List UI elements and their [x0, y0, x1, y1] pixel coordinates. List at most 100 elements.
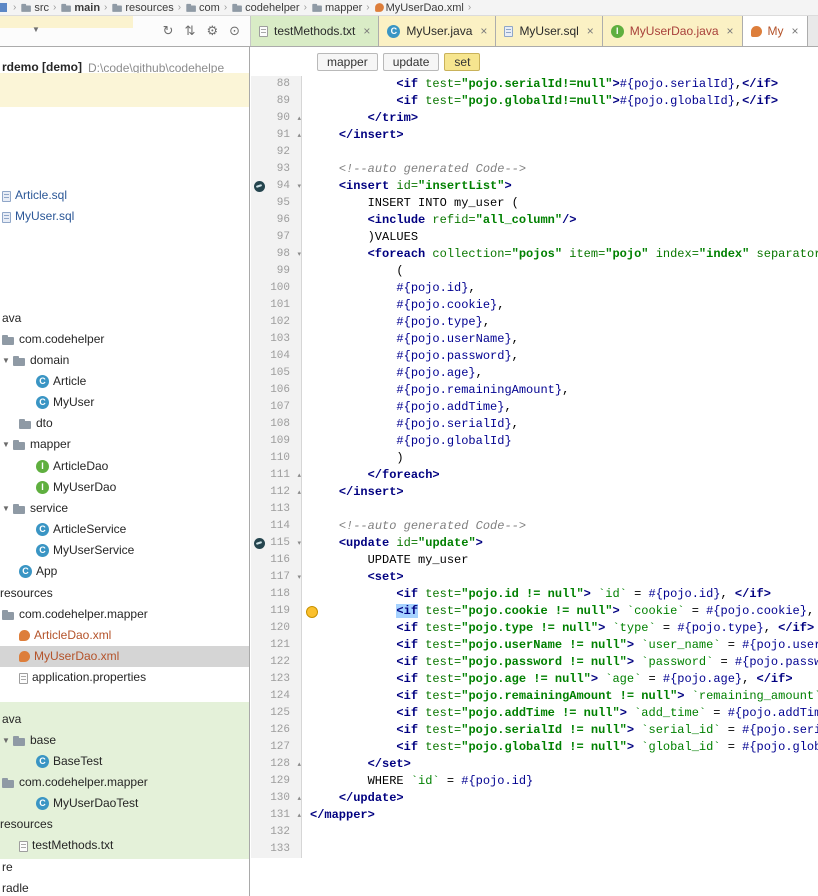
breadcrumb-resources[interactable]: resources — [111, 1, 173, 14]
code-text[interactable]: ( — [302, 263, 818, 280]
tree-item-resources[interactable]: resources — [0, 583, 249, 604]
fold-down-icon[interactable]: ▾ — [297, 535, 301, 552]
chevron-down-icon[interactable]: ▼ — [2, 440, 13, 449]
tree-item-mapper[interactable]: ▼mapper — [0, 434, 249, 455]
code-text[interactable]: #{pojo.cookie}, — [302, 297, 818, 314]
code-text[interactable]: #{pojo.age}, — [302, 365, 818, 382]
editor-tab-testmethods-txt[interactable]: testMethods.txt× — [251, 16, 379, 46]
chevron-down-icon[interactable]: ▼ — [2, 356, 13, 365]
tree-item-ava[interactable]: ava — [0, 308, 249, 329]
code-text[interactable]: <if test="pojo.remainingAmount != null">… — [302, 688, 818, 705]
tree-item-myuserdao-xml[interactable]: MyUserDao.xml — [0, 646, 249, 667]
breadcrumb-com[interactable]: com — [185, 1, 220, 14]
code-text[interactable] — [302, 501, 818, 518]
fold-down-icon[interactable]: ▾ — [297, 569, 301, 586]
code-text[interactable]: #{pojo.serialId}, — [302, 416, 818, 433]
tree-item-testmethods-txt[interactable]: testMethods.txt — [0, 835, 249, 856]
code-text[interactable]: INSERT INTO my_user ( — [302, 195, 818, 212]
mybatis-statement-icon[interactable] — [254, 538, 265, 549]
code-text[interactable]: #{pojo.id}, — [302, 280, 818, 297]
code-text[interactable]: <if test="pojo.userName != null"> `user_… — [302, 637, 818, 654]
tree-item-articleservice[interactable]: CArticleService — [0, 519, 249, 540]
tree-item-re[interactable]: re — [0, 857, 249, 878]
breadcrumb-codehelper[interactable]: codehelper — [231, 1, 299, 14]
fold-up-icon[interactable]: ▴ — [297, 756, 301, 773]
fold-down-icon[interactable]: ▾ — [297, 178, 301, 195]
fold-up-icon[interactable]: ▴ — [297, 127, 301, 144]
code-text[interactable]: <if test="pojo.age != null"> `age` = #{p… — [302, 671, 818, 688]
fold-up-icon[interactable]: ▴ — [297, 467, 301, 484]
tree-item-myuserservice[interactable]: CMyUserService — [0, 540, 249, 561]
tree-item-com-codehelper[interactable]: com.codehelper — [0, 329, 249, 350]
tree-item-article[interactable]: CArticle — [0, 371, 249, 392]
tree-item-com-codehelper-mapper[interactable]: com.codehelper.mapper — [0, 604, 249, 625]
code-text[interactable]: <if test="pojo.type != null"> `type` = #… — [302, 620, 818, 637]
chevron-down-icon[interactable]: ▼ — [2, 504, 13, 513]
tree-item-com-codehelper-mapper[interactable]: com.codehelper.mapper — [0, 772, 249, 793]
code-text[interactable] — [302, 144, 818, 161]
collapse-all-icon[interactable]: ⇅ — [185, 22, 196, 39]
code-text[interactable]: <if test="pojo.password != null"> `passw… — [302, 654, 818, 671]
code-text[interactable]: </trim> — [302, 110, 818, 127]
breadcrumb-mapper[interactable]: mapper — [311, 1, 362, 14]
code-text[interactable]: <set> — [302, 569, 818, 586]
code-text[interactable]: <update id="update"> — [302, 535, 818, 552]
code-text[interactable]: #{pojo.remainingAmount}, — [302, 382, 818, 399]
project-dropdown-caret-icon[interactable]: ▼ — [32, 25, 40, 34]
chevron-down-icon[interactable]: ▼ — [2, 736, 13, 745]
code-text[interactable]: <if test="pojo.serialId!=null">#{pojo.se… — [302, 76, 818, 93]
editor-tab-myuserdao-java[interactable]: IMyUserDao.java× — [603, 16, 743, 46]
close-tab-icon[interactable]: × — [587, 24, 594, 38]
tree-item-base[interactable]: ▼base — [0, 730, 249, 751]
tree-item-myuserdaotest[interactable]: CMyUserDaoTest — [0, 793, 249, 814]
code-text[interactable]: </mapper> — [302, 807, 818, 824]
code-text[interactable]: <!--auto generated Code--> — [302, 161, 818, 178]
code-text[interactable]: <foreach collection="pojos" item="pojo" … — [302, 246, 818, 263]
code-text[interactable]: <if test="pojo.addTime != null"> `add_ti… — [302, 705, 818, 722]
tree-item-article-sql[interactable]: Article.sql — [0, 185, 249, 206]
code-text[interactable]: <if test="pojo.globalId!=null">#{pojo.gl… — [302, 93, 818, 110]
close-tab-icon[interactable]: × — [363, 24, 370, 38]
scroll-to-source-icon[interactable]: ⊙ — [229, 22, 240, 39]
code-text[interactable]: #{pojo.globalId} — [302, 433, 818, 450]
code-text[interactable]: #{pojo.type}, — [302, 314, 818, 331]
tree-item-myuser-sql[interactable]: MyUser.sql — [0, 206, 249, 227]
code-text[interactable]: WHERE `id` = #{pojo.id} — [302, 773, 818, 790]
close-tab-icon[interactable]: × — [792, 24, 799, 38]
fold-up-icon[interactable]: ▴ — [297, 110, 301, 127]
code-text[interactable]: #{pojo.addTime}, — [302, 399, 818, 416]
code-text[interactable]: <include refid="all_column"/> — [302, 212, 818, 229]
tree-item-myuserdao[interactable]: IMyUserDao — [0, 477, 249, 498]
tree-item-radle[interactable]: radle — [0, 878, 249, 896]
code-text[interactable]: <if test="pojo.id != null"> `id` = #{poj… — [302, 586, 818, 603]
structure-chip-update[interactable]: update — [383, 53, 440, 71]
code-text[interactable]: </set> — [302, 756, 818, 773]
code-text[interactable]: ) — [302, 450, 818, 467]
code-text[interactable]: </insert> — [302, 484, 818, 501]
code-text[interactable]: )VALUES — [302, 229, 818, 246]
tree-item-service[interactable]: ▼service — [0, 498, 249, 519]
structure-chip-set[interactable]: set — [444, 53, 480, 71]
tree-item-articledao-xml[interactable]: ArticleDao.xml — [0, 625, 249, 646]
sync-icon[interactable]: ↻ — [163, 22, 174, 39]
tree-item-resources[interactable]: resources — [0, 814, 249, 835]
code-text[interactable]: <if test="pojo.cookie != null"> `cookie`… — [302, 603, 818, 620]
tree-item-domain[interactable]: ▼domain — [0, 350, 249, 371]
code-text[interactable]: #{pojo.password}, — [302, 348, 818, 365]
code-text[interactable]: </insert> — [302, 127, 818, 144]
fold-up-icon[interactable]: ▴ — [297, 790, 301, 807]
tree-item-basetest[interactable]: CBaseTest — [0, 751, 249, 772]
fold-down-icon[interactable]: ▾ — [297, 246, 301, 263]
code-text[interactable]: <insert id="insertList"> — [302, 178, 818, 195]
tree-item-application-properties[interactable]: application.properties — [0, 667, 249, 688]
code-text[interactable] — [302, 841, 818, 858]
fold-up-icon[interactable]: ▴ — [297, 484, 301, 501]
code-text[interactable]: </update> — [302, 790, 818, 807]
close-tab-icon[interactable]: × — [480, 24, 487, 38]
tree-item-articledao[interactable]: IArticleDao — [0, 456, 249, 477]
breadcrumb-src[interactable]: src — [20, 1, 49, 14]
breadcrumb-myuserdao-xml[interactable]: MyUserDao.xml — [374, 2, 464, 14]
code-text[interactable]: UPDATE my_user — [302, 552, 818, 569]
fold-up-icon[interactable]: ▴ — [297, 807, 301, 824]
structure-chip-mapper[interactable]: mapper — [317, 53, 378, 71]
